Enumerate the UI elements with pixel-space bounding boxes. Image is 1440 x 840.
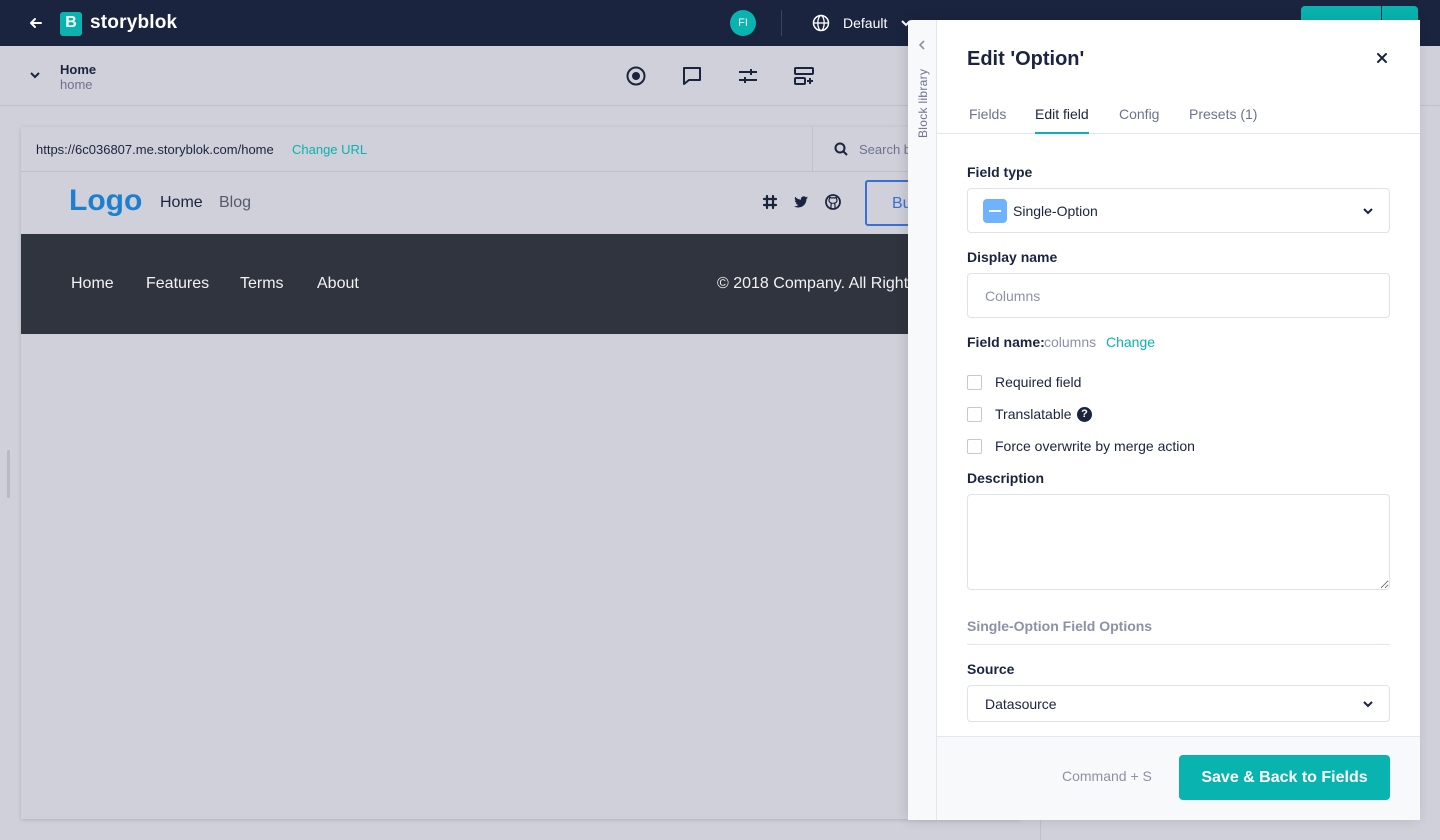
- tab-presets[interactable]: Presets (1): [1189, 106, 1257, 132]
- resize-handle[interactable]: [7, 450, 10, 498]
- field-name-value: columns: [1044, 334, 1097, 350]
- field-type-select[interactable]: Single-Option: [967, 188, 1390, 233]
- translatable-checkbox[interactable]: [967, 407, 982, 422]
- options-section-title: Single-Option Field Options: [967, 618, 1153, 634]
- footer-link-home[interactable]: Home: [71, 275, 114, 293]
- divider: [781, 10, 782, 36]
- divider: [812, 127, 813, 172]
- force-overwrite-checkbox[interactable]: [967, 439, 982, 454]
- description-textarea[interactable]: [967, 494, 1390, 590]
- translatable-label: Translatable: [995, 406, 1072, 422]
- close-icon[interactable]: [1375, 51, 1389, 65]
- preview-url: https://6c036807.me.storyblok.com/home: [36, 142, 274, 157]
- globe-icon[interactable]: [812, 14, 830, 32]
- edit-field-panel: Block library Edit 'Option' Fields Edit …: [908, 20, 1420, 820]
- github-icon[interactable]: [825, 194, 841, 210]
- source-label: Source: [967, 661, 1015, 677]
- chevron-down-icon[interactable]: [29, 69, 41, 81]
- site-header: Logo Home Blog Bu: [21, 172, 1025, 234]
- preview-frame: https://6c036807.me.storyblok.com/home C…: [21, 127, 1025, 819]
- copyright-text: © 2018 Company. All Right: [717, 275, 909, 292]
- field-type-label: Field type: [967, 164, 1033, 180]
- footer-link-features[interactable]: Features: [146, 275, 209, 293]
- chevron-down-icon: [1363, 208, 1373, 215]
- story-slug: home: [60, 77, 93, 92]
- comment-icon[interactable]: [681, 65, 703, 87]
- source-value: Datasource: [985, 696, 1057, 712]
- site-footer: Home Features Terms About © 2018 Company…: [21, 234, 1021, 334]
- site-nav-home[interactable]: Home: [160, 194, 203, 212]
- chevron-down-icon: [1363, 701, 1373, 708]
- footer-link-about[interactable]: About: [317, 275, 359, 293]
- source-select[interactable]: Datasource: [967, 685, 1390, 722]
- search-input[interactable]: Search b: [859, 142, 911, 157]
- field-name-change-link[interactable]: Change: [1106, 334, 1155, 350]
- keyboard-shortcut-hint: Command + S: [1062, 768, 1152, 784]
- tab-fields[interactable]: Fields: [969, 106, 1006, 132]
- panel-tabs: Fields Edit field Config Presets (1): [937, 96, 1420, 134]
- sliders-icon[interactable]: [737, 65, 759, 87]
- avatar[interactable]: FI: [730, 10, 756, 36]
- change-url-link[interactable]: Change URL: [292, 142, 367, 157]
- single-option-icon: [983, 199, 1007, 223]
- field-name-label: Field name:: [967, 334, 1045, 350]
- divider: [967, 644, 1390, 645]
- target-icon[interactable]: [625, 65, 647, 87]
- block-library-toggle[interactable]: Block library: [908, 20, 937, 820]
- twitter-icon[interactable]: [793, 194, 809, 210]
- help-icon[interactable]: ?: [1077, 407, 1092, 422]
- brand-name: storyblok: [90, 12, 178, 33]
- footer-link-terms[interactable]: Terms: [240, 275, 284, 293]
- slack-icon[interactable]: [762, 194, 778, 210]
- display-name-field[interactable]: [967, 273, 1390, 318]
- panel-footer: Command + S Save & Back to Fields: [937, 736, 1420, 820]
- tab-edit-field[interactable]: Edit field: [1035, 106, 1089, 134]
- storyblok-logo-icon: B: [60, 12, 82, 36]
- site-nav-blog[interactable]: Blog: [219, 194, 251, 212]
- block-library-label: Block library: [916, 68, 930, 138]
- field-type-value: Single-Option: [1013, 203, 1098, 219]
- site-logo[interactable]: Logo: [69, 184, 142, 218]
- add-block-icon[interactable]: [793, 65, 815, 87]
- url-bar: https://6c036807.me.storyblok.com/home C…: [21, 127, 1021, 172]
- panel-title: Edit 'Option': [967, 48, 1085, 70]
- search-icon: [834, 142, 848, 156]
- tab-config[interactable]: Config: [1119, 106, 1159, 132]
- description-label: Description: [967, 470, 1045, 486]
- save-back-button[interactable]: Save & Back to Fields: [1179, 755, 1390, 800]
- force-overwrite-label: Force overwrite by merge action: [995, 438, 1195, 454]
- chevron-left-icon[interactable]: [917, 40, 927, 50]
- arrow-left-icon[interactable]: [26, 13, 46, 33]
- language-select[interactable]: Default: [843, 15, 887, 31]
- display-name-label: Display name: [967, 249, 1058, 265]
- story-title: Home: [60, 62, 97, 77]
- required-label: Required field: [995, 374, 1082, 390]
- required-checkbox[interactable]: [967, 375, 982, 390]
